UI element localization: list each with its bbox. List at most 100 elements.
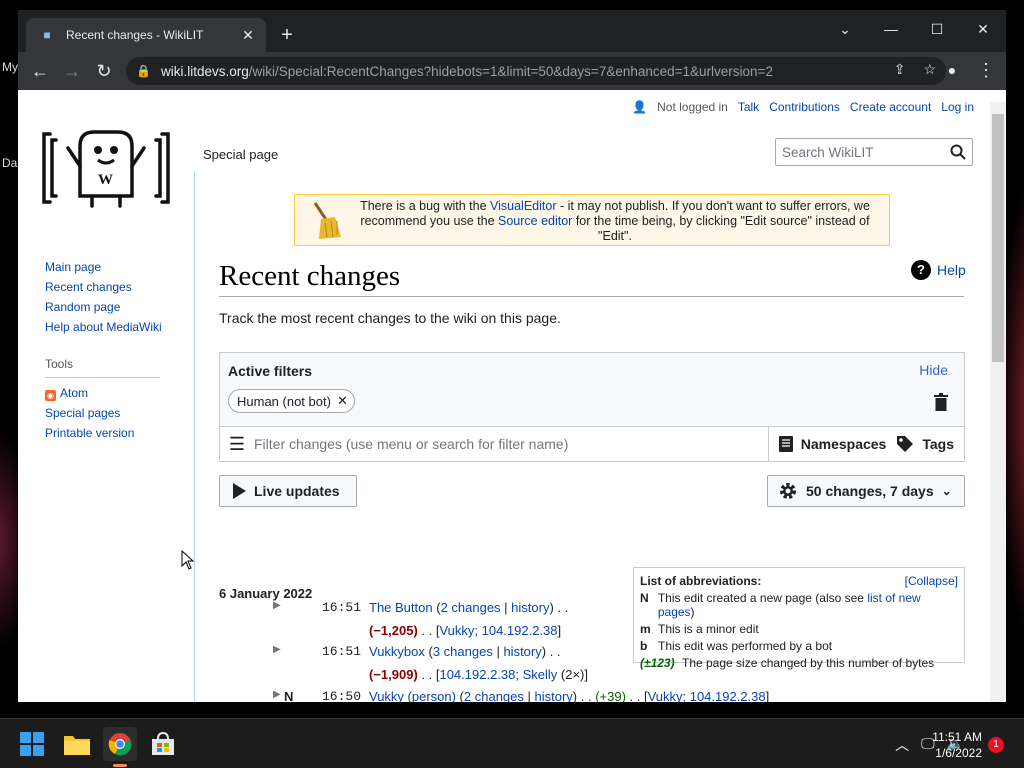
results-limit-dropdown[interactable]: 50 changes, 7 days ⌄ [767,475,965,507]
tags-label: Tags [922,436,954,452]
namespaces-icon [778,436,793,452]
page-link[interactable]: The Button [369,600,433,615]
create-account-link[interactable]: Create account [850,100,931,114]
visualeditor-link[interactable]: VisualEditor [490,199,556,213]
sidebar-item-special-pages[interactable]: Special pages [45,406,185,421]
toolbar: ← → ↻ 🔒 wiki.litdevs.org /wiki/Special:R… [18,52,1006,90]
sidebar-item-random-page[interactable]: Random page [45,300,185,315]
change-summary: The Button (2 changes | history) . . [369,600,569,615]
change-details: (−1,205) . . [Vukky; 104.192.2.38] [369,623,562,638]
page-title: Recent changes [219,260,401,292]
not-logged-in: Not logged in [657,100,728,114]
tags-button[interactable]: Tags [896,427,964,461]
expand-triangle-icon[interactable]: ▶ [273,600,281,611]
tab-title: Recent changes - WikiLIT [66,28,204,42]
sidebar-item-printable[interactable]: Printable version [45,426,185,441]
page-link[interactable]: Vukkybox [369,644,425,659]
web-page: W Main page Recent changes Random page H… [18,90,1006,702]
store-bag-icon [152,732,174,755]
bookmark-star-icon[interactable]: ☆ [923,61,936,78]
hide-filters-button[interactable]: Hide [919,362,948,378]
profile-icon[interactable]: ● [942,62,962,82]
edit-count: (2×) [560,667,585,682]
collapse-link[interactable]: [Collapse] [905,574,958,588]
file-explorer-button[interactable] [60,727,94,761]
kebab-menu-icon[interactable]: ⋮ [976,60,996,82]
filter-chip[interactable]: Human (not bot) ✕ [228,389,355,413]
legend-text: The page size changed by this number of … [682,656,935,670]
namespaces-button[interactable]: Namespaces [767,427,897,461]
source-editor-link[interactable]: Source editor [498,214,572,228]
new-tab-button[interactable]: + [276,24,298,46]
size-diff: (−1,909) [369,667,418,682]
filter-search-bar[interactable]: ☰ Filter changes (use menu or search for… [219,426,965,462]
page-link[interactable]: Vukky (person) [369,689,456,702]
gear-icon [780,483,796,499]
filters-panel: Active filters Hide Human (not bot) ✕ ☰ … [219,352,965,462]
remove-filter-icon[interactable]: ✕ [337,393,348,409]
expand-triangle-icon[interactable]: ▶ [273,689,281,700]
changes-link[interactable]: 2 changes [464,689,524,702]
filter-chip-label: Human (not bot) [237,393,331,409]
live-updates-button[interactable]: Live updates [219,475,357,507]
sidebar-item-atom[interactable]: ◉ Atom [45,386,185,401]
changes-link[interactable]: 2 changes [441,600,501,615]
expand-triangle-icon[interactable]: ▶ [273,644,281,655]
share-icon[interactable]: ⇪ [894,61,906,78]
sidebar-item-help[interactable]: Help about MediaWiki [45,320,185,335]
minimize-button[interactable]: — [868,14,914,44]
clock-time: 11:51 AM [932,730,982,744]
contributions-link[interactable]: Contributions [769,100,840,114]
taskbar: ︿ 🖵 🔈 11:51 AM 1/6/2022 1 [0,718,1024,768]
trash-icon[interactable] [934,393,948,411]
lock-icon[interactable]: 🔒 [136,64,151,78]
back-icon[interactable]: ← [28,60,52,84]
sidebar: Main page Recent changes Random page Hel… [45,260,185,446]
chrome-button[interactable] [103,727,137,761]
svg-text:W: W [98,172,113,188]
desktop-icon-label[interactable]: Da [2,156,17,170]
close-tab-icon[interactable]: ✕ [240,27,256,44]
talk-link[interactable]: Talk [738,100,759,114]
maximize-button[interactable]: ☐ [914,14,960,44]
results-limit-label: 50 changes, 7 days [806,483,934,499]
users-link[interactable]: 104.192.2.38; Skelly [439,667,557,682]
notification-badge[interactable]: 1 [988,737,1004,753]
change-summary: Vukkybox (3 changes | history) . . [369,644,561,659]
chevron-up-icon[interactable]: ︿ [895,735,909,755]
search-input[interactable]: Search WikiLIT [775,138,973,166]
tab-search-icon[interactable]: ⌄ [822,14,868,44]
browser-window: ■ Recent changes - WikiLIT ✕ + ⌄ — ☐ ✕ ←… [18,10,1006,702]
hamburger-menu-icon[interactable]: ☰ [220,434,254,455]
sidebar-item-main-page[interactable]: Main page [45,260,185,275]
changes-link[interactable]: 3 changes [433,644,493,659]
reload-icon[interactable]: ↻ [92,60,116,84]
history-link[interactable]: history [503,644,541,659]
chevron-down-icon: ⌄ [941,484,952,498]
start-button[interactable] [15,727,49,761]
broom-icon [313,202,341,239]
clock[interactable]: 11:51 AM 1/6/2022 [932,729,982,761]
history-link[interactable]: history [535,689,573,702]
history-link[interactable]: history [511,600,549,615]
close-window-button[interactable]: ✕ [960,14,1006,44]
log-in-link[interactable]: Log in [941,100,974,114]
wiki-logo[interactable]: W [40,126,172,210]
tab-special-page[interactable]: Special page [196,138,286,172]
notice-text-3: for the time being, by clicking "Edit so… [572,214,870,243]
forward-icon[interactable]: → [60,60,84,84]
users-link[interactable]: Vukky; 104.192.2.38 [648,689,766,702]
sidebar-item-recent-changes[interactable]: Recent changes [45,280,185,295]
desktop-icon-label[interactable]: My [2,60,18,74]
legend-text: This edit created a new page (also see l… [658,591,958,619]
users-link[interactable]: Vukky; 104.192.2.38 [439,623,557,638]
browser-tab[interactable]: ■ Recent changes - WikiLIT ✕ [26,18,266,52]
search-icon[interactable] [950,144,966,160]
address-bar[interactable]: 🔒 wiki.litdevs.org /wiki/Special:RecentC… [126,57,946,85]
rss-icon: ◉ [45,390,56,401]
store-button[interactable] [146,727,180,761]
scrollbar-thumb[interactable] [992,114,1004,362]
help-link[interactable]: ? Help [911,260,966,280]
filter-input[interactable]: Filter changes (use menu or search for f… [254,436,768,452]
url-host: wiki.litdevs.org [160,63,249,79]
